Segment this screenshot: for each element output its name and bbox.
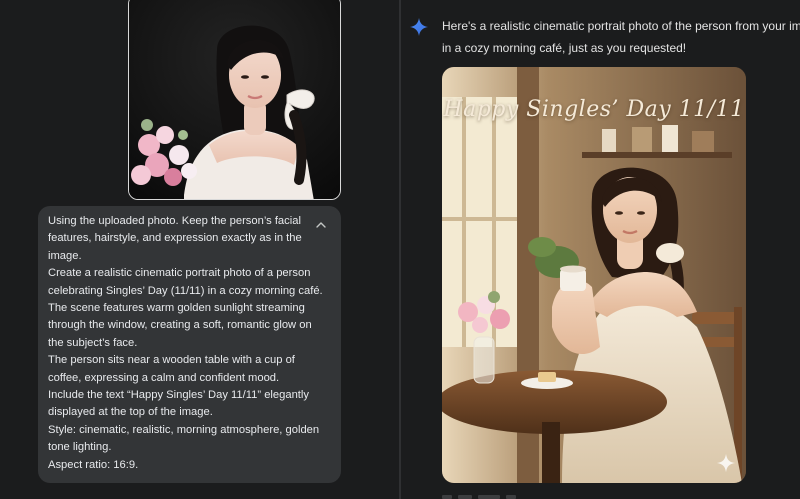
response-line: in a cozy morning café, just as you requ… (442, 41, 687, 55)
prompt-line: Include the text “Happy Singles’ Day 11/… (48, 389, 309, 402)
prompt-line: celebrating Singles’ Day (11/11) in a co… (48, 284, 323, 297)
prompt-line: Aspect ratio: 16:9. (48, 458, 139, 471)
prompt-line: Create a realistic cinematic portrait ph… (48, 267, 311, 280)
uploaded-photo[interactable] (128, 0, 341, 200)
image-overlay-title: Happy Singles’ Day 11/11 (443, 97, 745, 122)
uploaded-portrait-image (129, 0, 340, 199)
prompt-line: coffee, expressing a calm and confident … (48, 371, 280, 384)
prompt-line: The person sits near a wooden table with… (48, 354, 295, 367)
prompt-line: the subject’s face. (48, 336, 138, 349)
user-message-pane: Using the uploaded photo. Keep the perso… (0, 0, 399, 499)
response-line: Here's a realistic cinematic portrait ph… (442, 19, 800, 33)
prompt-line: Using the uploaded photo. Keep the perso… (48, 215, 301, 227)
prompt-line: image. (48, 249, 82, 262)
generated-portrait-image (442, 67, 746, 483)
chevron-up-icon (316, 222, 326, 228)
prompt-line: through the window, creating a soft, rom… (48, 319, 312, 332)
prompt-text: Using the uploaded photo. Keep the perso… (48, 213, 323, 474)
prompt-line: Style: cinematic, realistic, morning atm… (48, 423, 320, 436)
generated-image[interactable]: Happy Singles’ Day 11/11 (442, 67, 746, 483)
prompt-bubble: Using the uploaded photo. Keep the perso… (38, 206, 341, 483)
prompt-line: features, hairstyle, and expression exac… (48, 232, 302, 245)
prompt-line: The scene features warm golden sunlight … (48, 302, 305, 315)
response-pane: Here's a realistic cinematic portrait ph… (401, 0, 800, 499)
next-content-peek (442, 495, 516, 499)
sparkle-icon[interactable] (716, 453, 736, 473)
collapse-prompt-button[interactable] (313, 217, 329, 233)
prompt-line: tone lighting. (48, 441, 112, 454)
sparkle-icon (410, 18, 428, 36)
prompt-line: displayed at the top of the image. (48, 406, 213, 419)
response-text: Here's a realistic cinematic portrait ph… (442, 15, 800, 59)
